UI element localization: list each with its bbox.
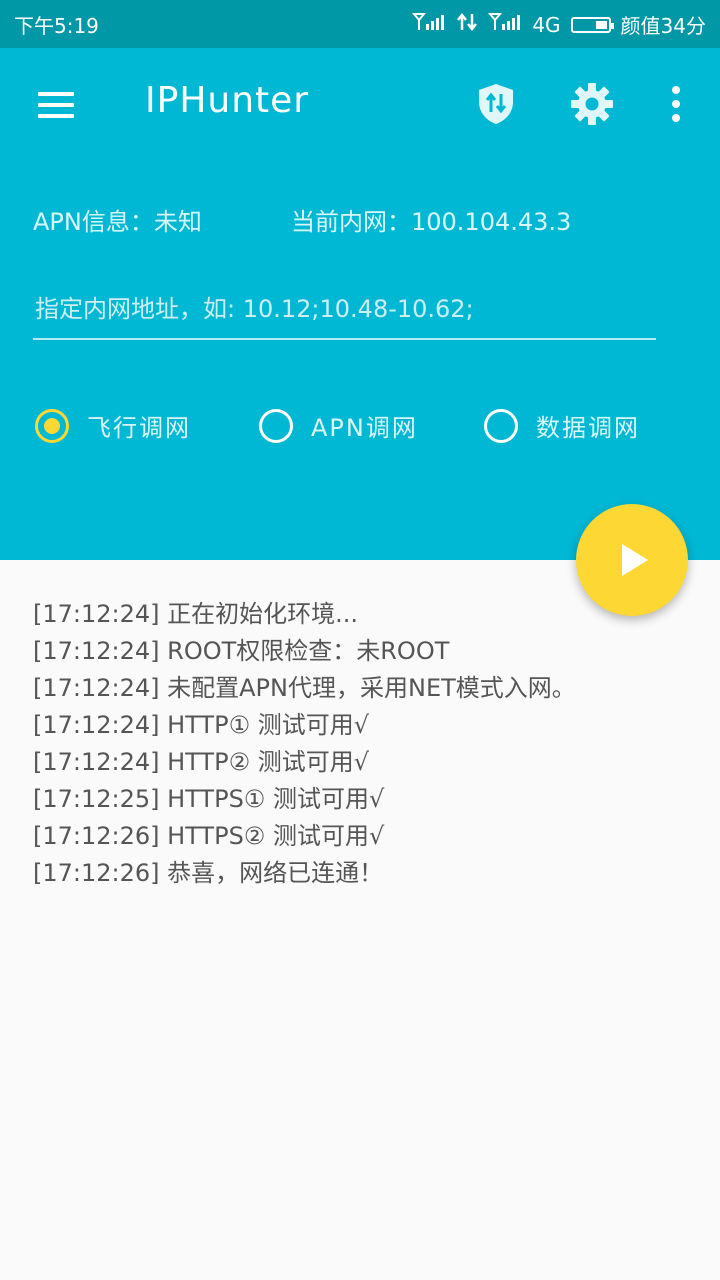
- log-line: [17:12:24] 正在初始化环境...: [33, 600, 359, 628]
- log-line: [17:12:24] 未配置APN代理，采用NET模式入网。: [33, 674, 576, 702]
- log-line: [17:12:26] 恭喜，网络已连通！: [33, 859, 384, 887]
- radio-unchecked-icon: [484, 408, 518, 443]
- network-type: 4G: [532, 12, 561, 37]
- play-icon: [622, 544, 648, 576]
- gear-icon[interactable]: [570, 82, 614, 126]
- radio-label: 数据调网: [536, 414, 640, 442]
- app-title: IPHunter: [145, 80, 310, 121]
- intranet-address-input[interactable]: [33, 280, 656, 340]
- radio-apn-mode[interactable]: APN调网: [259, 408, 418, 443]
- log-output: [17:12:24] 正在初始化环境... [17:12:24] ROOT权限检…: [33, 596, 693, 892]
- log-line: [17:12:25] HTTPS① 测试可用√: [33, 785, 385, 813]
- radio-unchecked-icon: [259, 408, 293, 443]
- radio-label: 飞行调网: [87, 414, 191, 442]
- data-transfer-icon: [456, 12, 478, 37]
- status-time: 下午5:19: [14, 14, 99, 38]
- signal-icon: [412, 12, 446, 37]
- intranet-ip: 当前内网：100.104.43.3: [291, 208, 572, 236]
- log-line: [17:12:26] HTTPS② 测试可用√: [33, 822, 385, 850]
- radio-label: APN调网: [311, 414, 418, 442]
- log-line: [17:12:24] ROOT权限检查：未ROOT: [33, 637, 450, 665]
- status-right: 4G 颜值34分: [412, 10, 706, 39]
- shield-icon[interactable]: [476, 82, 516, 126]
- battery-text: 颜值34分: [620, 14, 706, 38]
- log-line: [17:12:24] HTTP② 测试可用√: [33, 748, 369, 776]
- radio-checked-icon: [35, 408, 69, 443]
- mode-radio-group: 飞行调网 APN调网 数据调网: [35, 408, 695, 448]
- more-vert-icon[interactable]: [668, 86, 684, 122]
- radio-airplane-mode[interactable]: 飞行调网: [35, 408, 191, 443]
- log-line: [17:12:24] HTTP① 测试可用√: [33, 711, 369, 739]
- signal-icon-2: [488, 12, 522, 37]
- radio-data-mode[interactable]: 数据调网: [484, 408, 640, 443]
- apn-info: APN信息：未知: [33, 208, 202, 236]
- battery-fill: [595, 20, 607, 29]
- status-bar: 下午5:19 4G 颜值34分: [0, 0, 720, 48]
- menu-icon[interactable]: [38, 92, 74, 118]
- battery-icon: [570, 16, 614, 33]
- app-header: IPHunter APN信息：未知 当前内网：100.104.43.3 指定内网…: [0, 48, 720, 560]
